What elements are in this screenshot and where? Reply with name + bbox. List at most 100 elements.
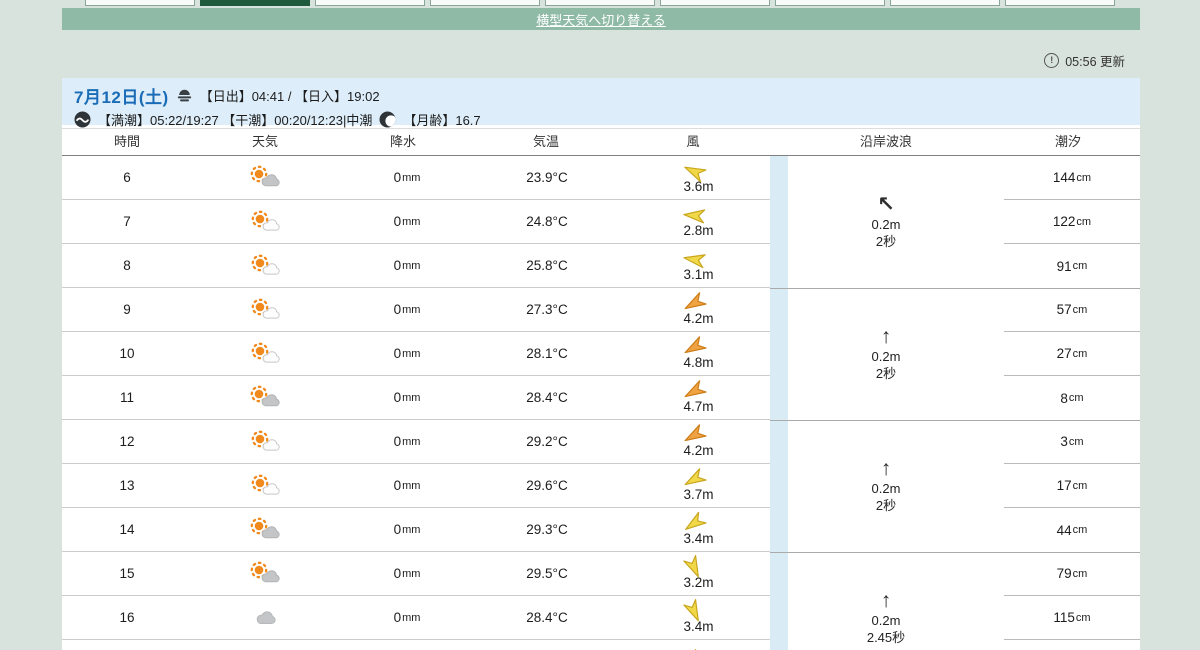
column-header: 潮汐: [1054, 134, 1082, 149]
wave-period: 2秒: [875, 365, 897, 381]
tide-level-value: 17 cm: [1004, 464, 1140, 508]
nav-tab[interactable]: [660, 0, 770, 6]
coastal-wave-cell: ↑ 0.2m 2.45秒: [788, 552, 984, 650]
wave-direction-arrow: ↖: [877, 193, 895, 217]
precipitation-value: 0 mm: [393, 522, 421, 537]
sunrise-icon: [176, 87, 193, 104]
tide-level-value: 27 cm: [1004, 332, 1140, 376]
wave-direction-arrow: ↑: [880, 589, 892, 613]
tide-times-text: 【満潮】05:22/19:27 【干潮】00:20/12:23|中潮: [98, 113, 373, 128]
weather-icon-sun-white-cloud: [192, 420, 337, 463]
nav-tab[interactable]: [545, 0, 655, 6]
wave-direction-arrow: ↑: [880, 457, 892, 481]
wave-icon: [74, 111, 91, 128]
weather-icon-cloud: [192, 596, 337, 639]
wind-direction-and-speed: 4.2m: [617, 420, 770, 463]
nav-tab[interactable]: [890, 0, 1000, 6]
table-body: 6 0 mm 23.9°C 3.6m 144 cm 7 0 mm 24.8°C 2.8m 122…: [62, 156, 1140, 650]
table-header-row: 時間 天気 降水 気温 風 沿岸波浪 潮汐: [62, 129, 1140, 156]
sunrise-sunset-text: 【日出】04:41 / 【日入】19:02: [199, 89, 380, 104]
forecast-row: 7 0 mm 24.8°C 2.8m: [62, 200, 770, 244]
tide-level-value: 79 cm: [1004, 552, 1140, 596]
temperature-value: 24.8°C: [526, 214, 568, 229]
tide-level-value: [1004, 640, 1140, 650]
wave-height: 0.2m: [871, 217, 901, 233]
temperature-value: 28.1°C: [526, 346, 568, 361]
tide-level-value: 144 cm: [1004, 156, 1140, 200]
forecast-row: 12 0 mm 29.2°C 4.2m: [62, 420, 770, 464]
column-header: 気温: [532, 134, 560, 149]
weather-icon-sun-gray-cloud: [192, 156, 337, 199]
hour-value: 11: [119, 390, 134, 405]
precipitation-value: 0 mm: [393, 390, 421, 405]
temperature-value: 29.5°C: [526, 566, 568, 581]
weather-icon-sun-white-cloud: [192, 464, 337, 507]
weather-icon-none: [192, 640, 337, 650]
nav-tab[interactable]: [315, 0, 425, 6]
moon-age-text: 【月齢】16.7: [403, 113, 481, 128]
precipitation-value: 0 mm: [393, 214, 421, 229]
forecast-row: 10 0 mm 28.1°C 4.8m: [62, 332, 770, 376]
forecast-row: 8 0 mm 25.8°C 3.1m: [62, 244, 770, 288]
wind-direction-and-speed: 3.4m: [617, 596, 770, 639]
tide-level-value: 115 cm: [1004, 596, 1140, 640]
hour-value: 13: [119, 478, 135, 493]
forecast-row: 16 0 mm 28.4°C 3.4m: [62, 596, 770, 640]
weather-icon-sun-gray-cloud: [192, 552, 337, 595]
tide-level-value: 3 cm: [1004, 420, 1140, 464]
hour-value: 7: [123, 214, 131, 229]
tide-level-value: 122 cm: [1004, 200, 1140, 244]
precipitation-value: 0 mm: [393, 302, 421, 317]
temperature-value: 27.3°C: [526, 302, 568, 317]
temperature-value: 25.8°C: [526, 258, 568, 273]
hour-value: 12: [119, 434, 135, 449]
date-header: 7月12日(土) 【日出】04:41 / 【日入】19:02 【満潮】05:22…: [62, 78, 1140, 128]
nav-tab[interactable]: [200, 0, 310, 6]
nav-tab[interactable]: [1005, 0, 1115, 6]
switch-layout-link[interactable]: 横型天気へ切り替える: [536, 10, 666, 29]
weather-icon-sun-gray-cloud: [192, 508, 337, 551]
nav-tab[interactable]: [430, 0, 540, 6]
precipitation-value: 0 mm: [393, 566, 421, 581]
forecast-row: 13 0 mm 29.6°C 3.7m: [62, 464, 770, 508]
forecast-table: 時間 天気 降水 気温 風 沿岸波浪 潮汐 6 0 mm 23.9°C 3.6m 144 cm 7 0…: [62, 128, 1140, 650]
weather-forecast-page: 横型天気へ切り替える ! 05:56 更新 7月12日(土) 【日出】04:41…: [0, 0, 1200, 650]
moon-icon: [379, 111, 396, 128]
wind-direction-and-speed: 3.2m: [617, 552, 770, 595]
wave-direction-arrow: ↑: [880, 325, 892, 349]
weather-icon-sun-white-cloud: [192, 244, 337, 287]
weather-icon-sun-white-cloud: [192, 200, 337, 243]
wave-period: 2秒: [875, 233, 897, 249]
update-status: ! 05:56 更新: [1044, 51, 1125, 70]
wind-direction-and-speed: 4.2m: [617, 288, 770, 331]
info-icon: !: [1044, 53, 1060, 68]
forecast-row: 11 0 mm 28.4°C 4.7m: [62, 376, 770, 420]
temperature-value: 28.4°C: [526, 390, 568, 405]
top-tabs: [85, 0, 1115, 6]
update-time-label: 05:56 更新: [1065, 55, 1125, 69]
wind-direction-and-speed: 4.7m: [617, 376, 770, 419]
column-header: 風: [686, 134, 700, 149]
wave-period: 2.45秒: [866, 629, 906, 645]
nav-tab[interactable]: [85, 0, 195, 6]
temperature-value: 29.3°C: [526, 522, 568, 537]
tide-level-value: 8 cm: [1060, 390, 1084, 406]
nav-tab[interactable]: [775, 0, 885, 6]
precipitation-value: 0 mm: [393, 346, 421, 361]
layout-switch-bar: 横型天気へ切り替える: [62, 8, 1140, 30]
hour-value: 16: [119, 610, 135, 625]
weather-icon-sun-white-cloud: [192, 288, 337, 331]
temperature-value: 23.9°C: [526, 170, 568, 185]
weather-icon-sun-white-cloud: [192, 332, 337, 375]
wind-direction-and-speed: 3.1m: [617, 244, 770, 287]
precipitation-value: 0 mm: [393, 258, 421, 273]
column-header: 降水: [389, 134, 417, 149]
tide-level-value: 57 cm: [1004, 288, 1140, 332]
forecast-row: 15 0 mm 29.5°C 3.2m: [62, 552, 770, 596]
precipitation-value: 0 mm: [393, 434, 421, 449]
coastal-wave-cell: ↑ 0.2m 2秒: [788, 288, 984, 420]
wind-direction-and-speed: 4.8m: [617, 332, 770, 375]
wind-direction-and-speed: 3.7m: [617, 464, 770, 507]
wind-direction-and-speed: 2.8m: [617, 200, 770, 243]
hour-value: 6: [123, 170, 131, 185]
